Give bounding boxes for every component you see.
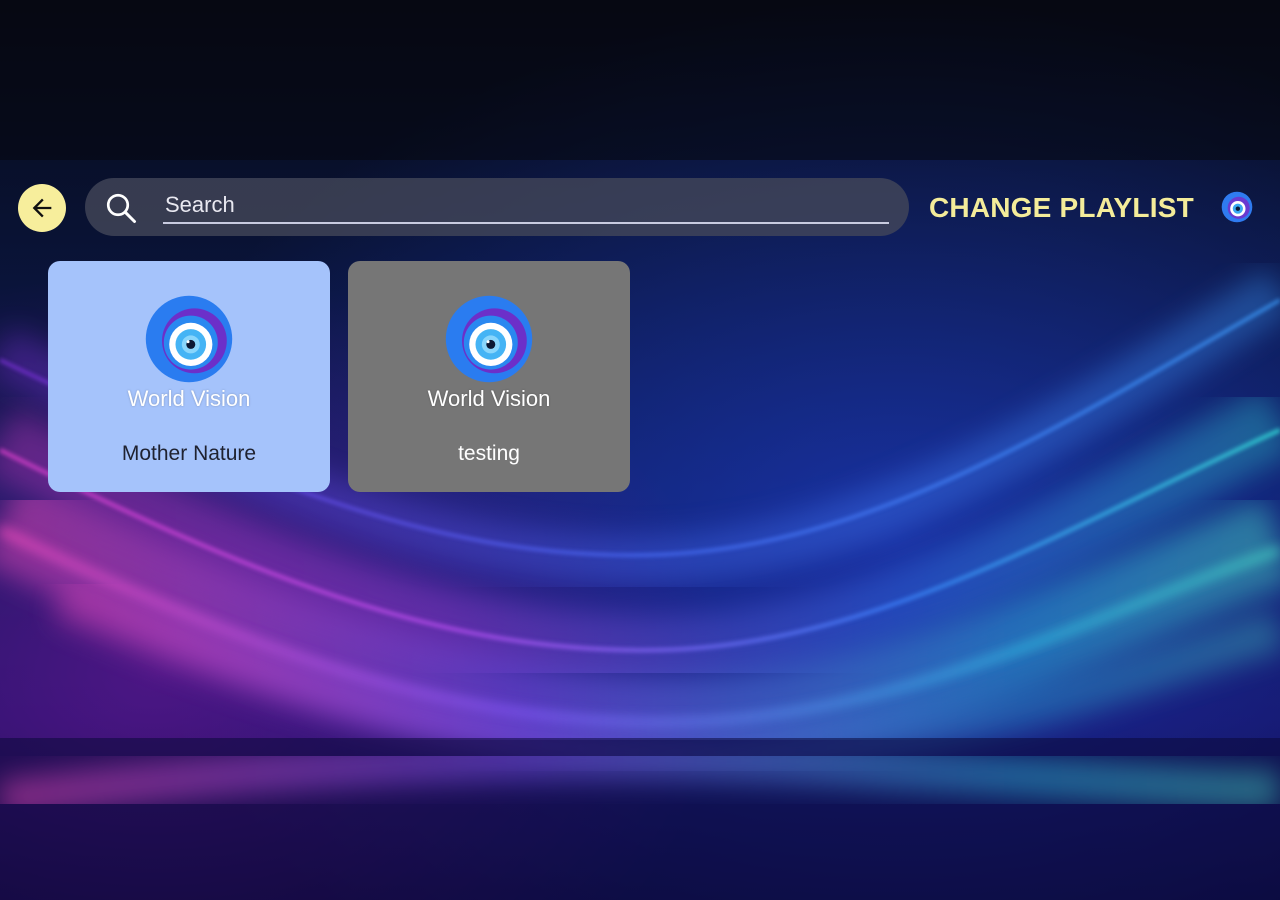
- card-title: testing: [458, 442, 520, 465]
- search-bar[interactable]: [85, 178, 909, 236]
- back-button[interactable]: [18, 184, 66, 232]
- playlist-card[interactable]: World Vision testing: [348, 261, 630, 492]
- arrow-left-icon: [32, 198, 52, 218]
- card-title: Mother Nature: [121, 442, 257, 465]
- world-vision-logo: [445, 295, 533, 383]
- top-bar: CHANGE PLAYLIST: [0, 164, 1280, 252]
- world-vision-logo: [145, 295, 233, 383]
- change-playlist-button[interactable]: CHANGE PLAYLIST: [929, 192, 1194, 224]
- world-vision-eye-icon[interactable]: [1220, 190, 1254, 224]
- search-icon[interactable]: [103, 190, 139, 226]
- card-brand: World Vision: [427, 386, 551, 411]
- search-input[interactable]: [163, 188, 889, 224]
- playlist-card[interactable]: World Vision Mother Nature: [48, 261, 330, 492]
- card-brand: World Vision: [127, 386, 251, 411]
